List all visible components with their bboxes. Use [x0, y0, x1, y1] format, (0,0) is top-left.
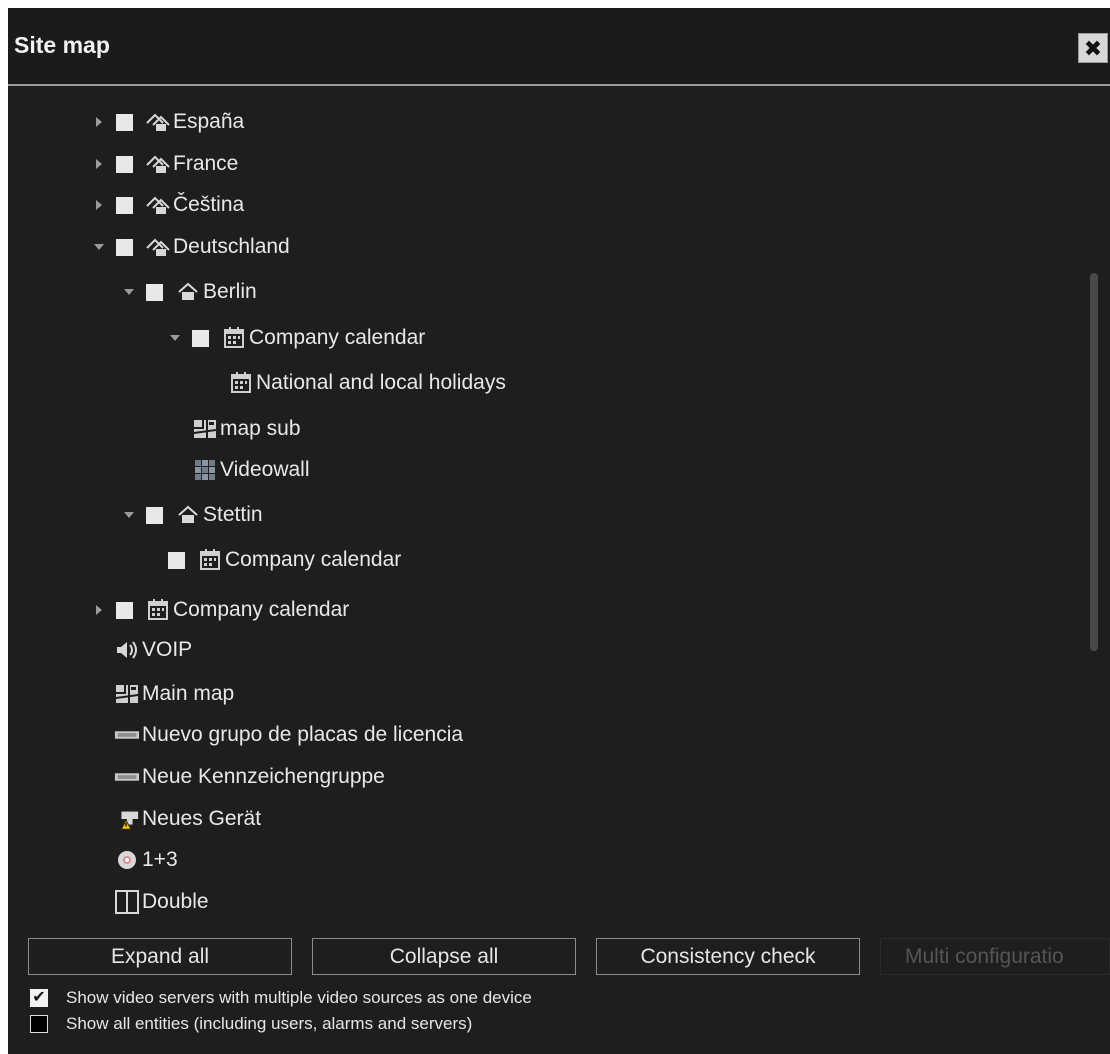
option-all-entities[interactable]: Show all entities (including users, alar… [30, 1012, 472, 1036]
tree-row-label: Videowall [220, 458, 310, 481]
one-device-label: Show video servers with multiple video s… [66, 988, 532, 1007]
collapse-arrow-icon[interactable] [168, 331, 182, 345]
tree-row-label: Company calendar [173, 598, 350, 621]
license-plate-icon [114, 765, 140, 789]
tree-row[interactable]: 1+3 [114, 844, 178, 876]
tree-row[interactable]: Nuevo grupo de placas de licencia [114, 719, 463, 751]
map-icon [192, 417, 218, 441]
tree-checkbox[interactable] [116, 155, 133, 173]
tree-row[interactable]: Double [114, 886, 209, 918]
consistency-check-button[interactable]: Consistency check [596, 938, 860, 975]
tree-checkbox[interactable] [168, 551, 185, 569]
tree-row-label: National and local holidays [256, 371, 506, 394]
tree-checkbox[interactable] [146, 506, 163, 524]
tree-row[interactable]: Company calendar [92, 594, 349, 626]
tree-checkbox[interactable] [116, 113, 133, 131]
tree-row[interactable]: Neue Kennzeichengruppe [114, 761, 385, 793]
speaker-icon [114, 638, 140, 662]
expand-arrow-icon[interactable] [92, 198, 106, 212]
calendar-icon [197, 548, 223, 572]
expand-arrow-icon[interactable] [92, 115, 106, 129]
tree-checkbox[interactable] [192, 329, 209, 347]
camera-ball-icon [114, 848, 140, 872]
license-plate-icon [114, 723, 140, 747]
title-bar: Site map ✖ [8, 8, 1110, 86]
tree-row-label: Main map [142, 682, 235, 705]
tree-row[interactable]: Videowall [192, 454, 310, 486]
tree-row[interactable]: Main map [114, 678, 234, 710]
tree-row[interactable]: VOIP [114, 634, 192, 666]
tree-row-label: Double [142, 890, 209, 913]
site-map-window: Site map ✖ España France Čeština Deutschlan… [8, 8, 1110, 1054]
calendar-icon [221, 326, 247, 350]
tree-row-label: Company calendar [249, 326, 426, 349]
tree-row-label: Neues Gerät [142, 807, 262, 830]
videowall-icon [192, 458, 218, 482]
collapse-all-button[interactable]: Collapse all [312, 938, 576, 975]
tree-row-label: Čeština [173, 193, 245, 216]
house-group-icon [145, 235, 171, 259]
calendar-icon [228, 371, 254, 395]
multi-configuration-button[interactable]: Multi configuratio [880, 938, 1110, 975]
tree-row-label: 1+3 [142, 848, 178, 871]
tree-row-label: Neue Kennzeichengruppe [142, 765, 385, 788]
option-one-device[interactable]: ✔ Show video servers with multiple video… [30, 986, 532, 1010]
expand-arrow-icon[interactable] [92, 157, 106, 171]
one-device-checkbox[interactable]: ✔ [30, 989, 48, 1007]
tree-row-label: Company calendar [225, 548, 402, 571]
expand-arrow-icon[interactable] [92, 603, 106, 617]
tree-row[interactable]: Company calendar [168, 544, 401, 576]
tree-row-label: map sub [220, 417, 301, 440]
tree-row[interactable]: España [92, 106, 244, 138]
tree-checkbox[interactable] [116, 601, 133, 619]
house-group-icon [145, 193, 171, 217]
calendar-icon [145, 598, 171, 622]
tree-row-label: Stettin [203, 503, 263, 526]
tree-scrollbar[interactable] [1090, 273, 1098, 651]
tree-row-label: España [173, 110, 245, 133]
expand-all-button[interactable]: Expand all [28, 938, 292, 975]
tree-row[interactable]: France [92, 148, 238, 180]
tree-checkbox[interactable] [146, 283, 163, 301]
tree-row[interactable]: National and local holidays [228, 367, 506, 399]
tree-checkbox[interactable] [116, 196, 133, 214]
tree-row[interactable]: Berlin [122, 276, 257, 308]
tree-row-label: Deutschland [173, 235, 290, 258]
collapse-arrow-icon[interactable] [92, 240, 106, 254]
all-entities-label: Show all entities (including users, alar… [66, 1014, 473, 1033]
tree-row[interactable]: Čeština [92, 189, 244, 221]
tree-row-label: Nuevo grupo de placas de licencia [142, 723, 464, 746]
all-entities-checkbox[interactable] [30, 1015, 48, 1033]
tree-row-label: Berlin [203, 280, 257, 303]
house-icon [175, 280, 201, 304]
tree-checkbox[interactable] [116, 238, 133, 256]
house-group-icon [145, 110, 171, 134]
house-icon [175, 503, 201, 527]
split-layout-icon [114, 890, 140, 914]
tree-row[interactable]: map sub [192, 413, 301, 445]
collapse-arrow-icon[interactable] [122, 508, 136, 522]
map-icon [114, 682, 140, 706]
tree-row[interactable]: Stettin [122, 499, 263, 531]
site-tree: España France Čeština Deutschland Berlin Comp… [8, 86, 1090, 936]
device-warning-icon [114, 807, 140, 831]
tree-row-label: VOIP [142, 638, 193, 661]
window-title: Site map [14, 32, 110, 58]
close-button[interactable]: ✖ [1078, 33, 1108, 63]
collapse-arrow-icon[interactable] [122, 285, 136, 299]
house-group-icon [145, 152, 171, 176]
tree-row[interactable]: Deutschland [92, 231, 290, 263]
tree-row-label: France [173, 152, 239, 175]
tree-row[interactable]: Neues Gerät [114, 803, 261, 835]
tree-row[interactable]: Company calendar [168, 322, 425, 354]
